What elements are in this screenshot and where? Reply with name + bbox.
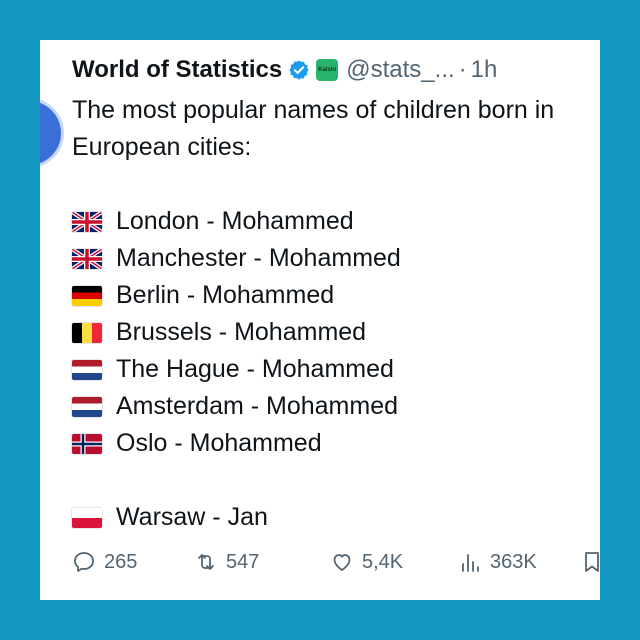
bookmark-button[interactable]: [580, 550, 600, 574]
tweet-actions: 265 547 5,4K 363K: [72, 548, 600, 578]
repost-button[interactable]: 547: [194, 550, 259, 574]
list-item-text: Amsterdam - Mohammed: [116, 392, 399, 420]
netherlands-flag-icon: [72, 359, 102, 380]
tweet-header: World of Statistics Kalshi @stats_... · …: [72, 52, 497, 88]
netherlands-flag-icon: [72, 396, 102, 417]
like-button[interactable]: 5,4K: [330, 550, 403, 574]
uk-flag-icon: [72, 248, 102, 269]
affiliate-badge-icon: Kalshi: [316, 59, 339, 81]
tweet-card: World of Statistics Kalshi @stats_... · …: [40, 40, 600, 600]
repost-icon: [198, 554, 214, 570]
list-item: Manchester - Mohammed: [72, 240, 600, 277]
list-item: Warsaw - Jan: [72, 499, 600, 536]
avatar[interactable]: [40, 98, 64, 168]
list-item-text: Brussels - Mohammed: [116, 318, 367, 346]
tweet-text: The most popular names of children born …: [72, 92, 600, 536]
views-count: 363K: [490, 550, 537, 573]
bookmark-icon: [585, 552, 599, 572]
reply-button[interactable]: 265: [72, 550, 137, 574]
like-count: 5,4K: [362, 550, 404, 573]
tweet-text-line: The most popular names of children born …: [72, 96, 555, 124]
list-item: The Hague - Mohammed: [72, 351, 600, 388]
tweet-time[interactable]: 1h: [471, 56, 498, 84]
separator-dot: ·: [458, 56, 467, 83]
list-item-text: Warsaw - Jan: [116, 503, 268, 531]
belgium-flag-icon: [72, 322, 102, 343]
views-icon: [462, 554, 479, 572]
reply-count: 265: [104, 550, 138, 573]
views-button[interactable]: 363K: [458, 550, 537, 574]
list-item-text: Oslo - Mohammed: [116, 429, 322, 457]
list-item-text: Manchester - Mohammed: [116, 244, 401, 272]
author-name[interactable]: World of Statistics: [72, 56, 282, 84]
heart-icon: [333, 554, 351, 571]
list-item: Amsterdam - Mohammed: [72, 388, 600, 425]
list-item-text: London - Mohammed: [116, 207, 354, 235]
list-item-text: The Hague - Mohammed: [116, 355, 394, 383]
norway-flag-icon: [72, 433, 102, 454]
list-item-text: Berlin - Mohammed: [116, 281, 335, 309]
reply-icon: [74, 552, 94, 572]
uk-flag-icon: [72, 211, 102, 232]
tweet-text-line: European cities:: [72, 133, 252, 161]
list-item: Brussels - Mohammed: [72, 314, 600, 351]
list-item: Oslo - Mohammed: [72, 425, 600, 462]
repost-count: 547: [226, 550, 260, 573]
list-item: London - Mohammed: [72, 203, 600, 240]
list-item: Berlin - Mohammed: [72, 277, 600, 314]
author-handle[interactable]: @stats_...: [346, 56, 454, 84]
verified-badge-icon: [289, 60, 309, 80]
germany-flag-icon: [72, 285, 102, 306]
poland-flag-icon: [72, 507, 102, 528]
